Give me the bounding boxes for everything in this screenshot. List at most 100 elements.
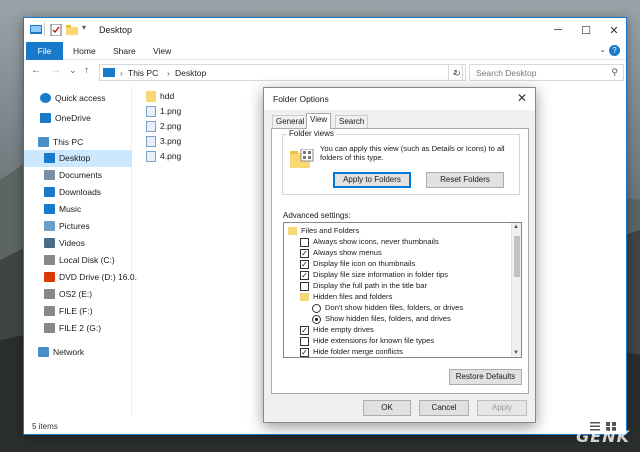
apply-to-folders-button[interactable]: Apply to Folders — [333, 172, 411, 188]
scroll-up-icon[interactable]: ▲ — [513, 224, 519, 230]
tab-file[interactable]: File — [26, 42, 63, 60]
checkbox[interactable]: ✓ — [300, 260, 309, 269]
sidebar-item-file-2-g[interactable]: FILE 2 (G:) — [24, 320, 132, 337]
quick-access-dropdown-icon[interactable]: ▾ — [82, 23, 86, 32]
back-button[interactable]: ← — [31, 65, 41, 76]
tab-share[interactable]: Share — [104, 42, 145, 60]
sidebar-item-label: Network — [53, 347, 85, 357]
breadcrumb-this-pc[interactable]: This PC — [128, 68, 158, 78]
drive-icon — [44, 255, 55, 265]
radio-button[interactable] — [312, 304, 321, 313]
divider — [44, 22, 45, 36]
sidebar-item-music[interactable]: Music — [24, 201, 132, 218]
sidebar-item-label: Quick access — [55, 93, 106, 103]
tab-view[interactable]: View — [306, 113, 332, 129]
chevron-down-icon[interactable]: ⌄ — [599, 45, 606, 54]
file-list: hdd 1.png 2.png 3.png 4.png — [132, 86, 252, 386]
sidebar-item-file-f[interactable]: FILE (F:) — [24, 303, 132, 320]
help-icon[interactable]: ? — [609, 45, 620, 56]
advanced-setting-label: Display file icon on thumbnails — [313, 259, 416, 268]
recent-locations-button[interactable]: ⌄ — [69, 65, 77, 76]
checkbox[interactable]: ✓ — [300, 348, 309, 357]
ok-button[interactable]: OK — [363, 400, 411, 416]
checkbox[interactable] — [300, 282, 309, 291]
scroll-down-icon[interactable]: ▼ — [513, 350, 519, 356]
sidebar-item-desktop[interactable]: Desktop — [24, 150, 132, 167]
sidebar-item-downloads[interactable]: Downloads — [24, 184, 132, 201]
tab-home[interactable]: Home — [64, 42, 105, 60]
breadcrumb-separator: › — [167, 68, 170, 78]
folder-views-group: Folder views You can apply this view (su… — [282, 129, 520, 195]
item-count: 5 items — [32, 422, 58, 431]
office-dvd-icon — [44, 272, 55, 282]
reset-folders-button[interactable]: Reset Folders — [426, 172, 504, 188]
computer-icon — [38, 137, 49, 147]
checkbox[interactable] — [300, 337, 309, 346]
image-file-icon — [146, 151, 156, 162]
up-button[interactable]: ↑ — [84, 65, 89, 76]
advanced-setting-label: Hide extensions for known file types — [313, 336, 435, 345]
sidebar-item-videos[interactable]: Videos — [24, 235, 132, 252]
file-item[interactable]: 1.png — [146, 104, 236, 118]
checkbox[interactable]: ✓ — [300, 326, 309, 335]
sidebar-item-this-pc[interactable]: This PC — [24, 134, 132, 151]
tab-search[interactable]: Search — [335, 115, 369, 128]
sidebar-item-local-disk-c[interactable]: Local Disk (C:) — [24, 252, 132, 269]
restore-defaults-button[interactable]: Restore Defaults — [449, 369, 522, 385]
tab-view[interactable]: View — [144, 42, 180, 60]
apply-button[interactable]: Apply — [477, 400, 527, 416]
download-icon — [44, 187, 55, 197]
radio-button[interactable] — [312, 315, 321, 324]
checkbox[interactable]: ✓ — [300, 271, 309, 280]
refresh-button[interactable]: ↻ — [448, 64, 466, 81]
file-name: 4.png — [160, 151, 182, 161]
advanced-settings-label: Advanced settings: — [283, 211, 351, 220]
sidebar-item-label: FILE (F:) — [59, 306, 93, 316]
advanced-setting-label: Hidden files and folders — [313, 292, 393, 301]
advanced-setting-label: Always show icons, never thumbnails — [313, 237, 439, 246]
sidebar-item-label: Local Disk (C:) — [59, 255, 115, 265]
forward-button[interactable]: → — [51, 65, 61, 76]
ribbon-tabs: File Home Share View ⌄ ? — [24, 42, 626, 60]
sidebar-item-quick-access[interactable]: Quick access — [24, 90, 132, 107]
scroll-thumb[interactable] — [514, 236, 520, 277]
dialog-close-button[interactable]: ✕ — [517, 91, 527, 105]
sidebar-item-os2-e[interactable]: OS2 (E:) — [24, 286, 132, 303]
minimize-button[interactable]: ─ — [544, 18, 572, 42]
sidebar-item-network[interactable]: Network — [24, 344, 132, 361]
properties-icon[interactable] — [50, 24, 62, 36]
search-input[interactable]: Search Desktop ⚲ — [469, 64, 624, 81]
desktop-icon — [44, 153, 55, 163]
sidebar-item-label: OneDrive — [55, 113, 91, 123]
folder-icon — [288, 227, 297, 235]
checkbox[interactable]: ✓ — [300, 249, 309, 258]
file-item[interactable]: 4.png — [146, 149, 236, 163]
sidebar-item-label: FILE 2 (G:) — [59, 323, 102, 333]
sidebar-item-label: Downloads — [59, 187, 102, 197]
file-item[interactable]: 2.png — [146, 119, 236, 133]
new-folder-icon[interactable] — [66, 24, 78, 36]
close-button[interactable]: ✕ — [600, 18, 628, 42]
sidebar-item-label: DVD Drive (D:) 16.0. — [59, 272, 137, 282]
tab-general[interactable]: General — [272, 115, 309, 128]
sidebar-item-pictures[interactable]: Pictures — [24, 218, 132, 235]
checkbox[interactable] — [300, 238, 309, 247]
address-field[interactable]: › This PC › Desktop ⌄ — [99, 64, 463, 81]
sidebar-item-documents[interactable]: Documents — [24, 167, 132, 184]
sidebar-item-label: OS2 (E:) — [59, 289, 93, 299]
scrollbar[interactable]: ▲ ▼ — [511, 223, 521, 357]
explorer-icon — [30, 25, 42, 34]
folder-icon — [146, 91, 156, 102]
breadcrumb-desktop[interactable]: Desktop — [175, 68, 206, 78]
sidebar-item-onedrive[interactable]: OneDrive — [24, 110, 132, 127]
file-item[interactable]: hdd — [146, 89, 236, 103]
sidebar-item-label: Pictures — [59, 221, 90, 231]
cancel-button[interactable]: Cancel — [419, 400, 469, 416]
dialog-title: Folder Options — [273, 94, 329, 104]
computer-icon — [103, 68, 115, 77]
sidebar-item-label: This PC — [53, 137, 84, 147]
folder-views-description: You can apply this view (such as Details… — [320, 144, 505, 162]
maximize-button[interactable]: ☐ — [572, 18, 600, 42]
sidebar-item-dvd-drive-d-16-0[interactable]: DVD Drive (D:) 16.0. — [24, 269, 137, 286]
file-item[interactable]: 3.png — [146, 134, 236, 148]
